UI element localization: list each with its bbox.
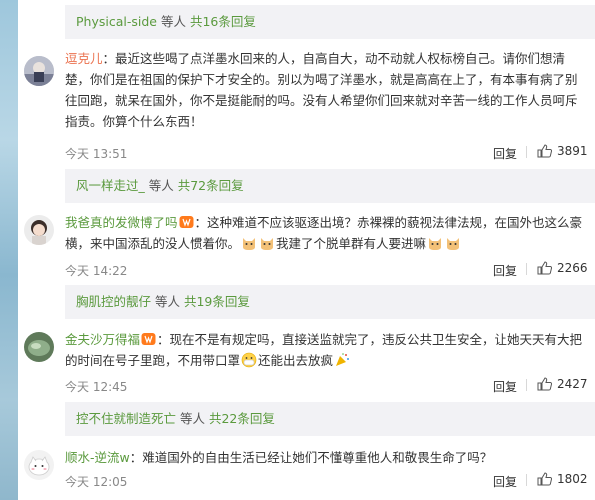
thread-user-link[interactable]: 风一样走过_ bbox=[76, 178, 145, 193]
avatar[interactable] bbox=[24, 215, 54, 245]
comment-body: ：难道国外的自由生活已经让她们不懂尊重他人和敬畏生命了吗？ bbox=[129, 450, 493, 465]
comment-time: 今天 12:05 bbox=[65, 475, 128, 489]
comment-username[interactable]: 逗克儿 bbox=[65, 51, 103, 66]
cat-face-icon bbox=[243, 238, 256, 250]
comment-username[interactable]: 金夫沙万得福 bbox=[65, 332, 140, 347]
like-count: 2427 bbox=[557, 377, 588, 391]
like-button[interactable]: 3891 bbox=[537, 144, 588, 158]
like-button[interactable]: 1802 bbox=[537, 472, 588, 486]
thread-user-link[interactable]: 胸肌控的靓仔 bbox=[76, 294, 151, 309]
cat-face-icon bbox=[447, 238, 460, 250]
like-button[interactable]: 2266 bbox=[537, 261, 588, 275]
thread-mid-text: 等人 bbox=[144, 178, 178, 193]
cat-face-icon bbox=[429, 238, 442, 250]
vip-badge-icon bbox=[141, 333, 156, 345]
comment-username[interactable]: 顺水-逆流w bbox=[65, 450, 130, 465]
comment-text: 我爸真的发微博了吗 ：这种难道不应该驱逐出境？赤裸裸的藐视法律法规，在国外也这么豪… bbox=[65, 212, 585, 254]
avatar[interactable] bbox=[24, 332, 54, 362]
thread-count-link[interactable]: 共22条回复 bbox=[209, 411, 275, 426]
thread-count-link[interactable]: 共72条回复 bbox=[178, 178, 244, 193]
mask-face-icon bbox=[241, 352, 257, 368]
reply-thread-bar[interactable]: 控不住就制造死亡 等人 共22条回复 bbox=[65, 402, 595, 436]
avatar[interactable] bbox=[24, 56, 54, 86]
like-count: 1802 bbox=[557, 472, 588, 486]
divider bbox=[526, 474, 527, 486]
divider bbox=[526, 379, 527, 391]
comment-body-extra: 我建了个脱单群有人要进嘛 bbox=[276, 236, 427, 251]
cat-face-icon bbox=[261, 238, 274, 250]
reply-button[interactable]: 回复 bbox=[493, 262, 517, 279]
thumbs-up-icon bbox=[537, 261, 552, 275]
reply-thread-bar[interactable]: 胸肌控的靓仔 等人 共19条回复 bbox=[65, 285, 595, 319]
comment-time: 今天 12:45 bbox=[65, 380, 128, 394]
thread-count-link[interactable]: 共19条回复 bbox=[184, 294, 250, 309]
divider bbox=[526, 146, 527, 158]
comment-time: 今天 13:51 bbox=[65, 147, 128, 161]
comment-text: 逗克儿：最近这些喝了点洋墨水回来的人，自高自大，动不动就人权标榜自己。请你们想清… bbox=[65, 48, 585, 132]
thread-count-link[interactable]: 共16条回复 bbox=[190, 14, 256, 29]
thread-user-link[interactable]: Physical-side bbox=[76, 14, 157, 29]
reply-button[interactable]: 回复 bbox=[493, 473, 517, 490]
like-count: 2266 bbox=[557, 261, 588, 275]
reply-thread-bar[interactable]: Physical-side 等人 共16条回复 bbox=[65, 5, 595, 39]
avatar[interactable] bbox=[24, 450, 54, 480]
comment-text: 金夫沙万得福 ：现在不是有规定吗，直接送监就完了，违反公共卫生安全，让她天天有大把… bbox=[65, 329, 585, 371]
like-button[interactable]: 2427 bbox=[537, 377, 588, 391]
background-edge-strip bbox=[0, 0, 18, 500]
comment-body-extra: 还能出去放疯 bbox=[258, 353, 334, 368]
thumbs-up-icon bbox=[537, 472, 552, 486]
reply-button[interactable]: 回复 bbox=[493, 378, 517, 395]
thread-mid-text: 等人 bbox=[176, 411, 209, 426]
comment-text: 顺水-逆流w：难道国外的自由生活已经让她们不懂尊重他人和敬畏生命了吗？ bbox=[65, 447, 585, 468]
divider bbox=[526, 263, 527, 275]
party-trumpet-icon bbox=[336, 353, 350, 366]
thumbs-up-icon bbox=[537, 377, 552, 391]
vip-badge-icon bbox=[179, 216, 194, 228]
comment-username[interactable]: 我爸真的发微博了吗 bbox=[65, 215, 178, 230]
thread-mid-text: 等人 bbox=[156, 14, 190, 29]
comment-time: 今天 14:22 bbox=[65, 264, 128, 278]
reply-button[interactable]: 回复 bbox=[493, 145, 517, 162]
thread-user-link[interactable]: 控不住就制造死亡 bbox=[76, 411, 176, 426]
comment-body: ：最近这些喝了点洋墨水回来的人，自高自大，动不动就人权标榜自己。请你们想清楚，你… bbox=[65, 51, 578, 129]
like-count: 3891 bbox=[557, 144, 588, 158]
thumbs-up-icon bbox=[537, 144, 552, 158]
reply-thread-bar[interactable]: 风一样走过_ 等人 共72条回复 bbox=[65, 169, 595, 203]
thread-mid-text: 等人 bbox=[151, 294, 184, 309]
